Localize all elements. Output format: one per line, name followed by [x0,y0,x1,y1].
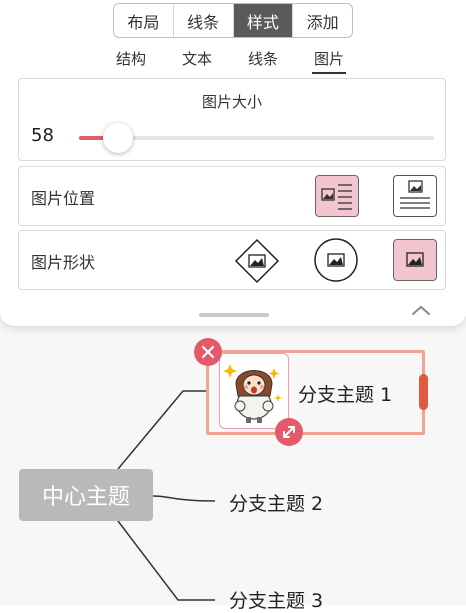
top-tab-bar: 布局 线条 样式 添加 [113,3,353,38]
central-topic-label: 中心主题 [41,485,130,510]
shape-circle-option[interactable] [313,237,359,283]
tab-layout[interactable]: 布局 [114,4,174,37]
subtab-text[interactable]: 文本 [176,44,218,74]
image-above-text-icon [400,180,430,209]
subtab-structure[interactable]: 结构 [110,44,152,74]
image-size-value: 58 [31,125,54,146]
image-position-card: 图片位置 [18,166,446,226]
connector-branch-3 [117,520,215,601]
panel-grabber[interactable] [199,313,269,317]
image-shape-label: 图片形状 [31,253,96,272]
image-size-title: 图片大小 [201,93,262,111]
image-left-of-text-icon [321,184,352,210]
style-sub-tabs: 结构 文本 线条 图片 [110,44,350,74]
tab-style[interactable]: 样式 [233,4,294,37]
circle-shape-icon [314,238,358,282]
topic-image[interactable] [219,353,289,429]
chevron-up-icon[interactable] [411,303,431,317]
resize-image-button[interactable] [275,418,303,446]
shape-diamond-option[interactable] [233,237,281,285]
tab-add[interactable]: 添加 [293,4,352,37]
remove-image-button[interactable] [194,338,222,366]
image-size-slider-thumb[interactable] [103,123,134,153]
branch-drag-handle[interactable] [419,374,428,410]
central-topic[interactable]: 中心主题 [19,469,153,521]
resize-icon [283,426,295,438]
subtab-image[interactable]: 图片 [308,44,350,74]
diamond-shape-icon [234,238,280,284]
style-panel: 布局 线条 样式 添加 结构 文本 线条 图片 图片大小 58 图片位置 图片形… [0,0,466,326]
connector-branch-1 [117,390,206,470]
branch-topic-3-label[interactable]: 分支主题 3 [229,586,323,613]
shape-square-option[interactable] [393,239,437,281]
image-position-top-option[interactable] [393,175,437,217]
cartoon-sheep-girl-image [223,364,282,423]
image-position-label: 图片位置 [31,189,96,208]
branch-topic-1-label[interactable]: 分支主题 1 [298,380,392,407]
branch-topic-2-label[interactable]: 分支主题 2 [229,489,323,516]
close-icon [201,345,215,359]
image-size-card: 图片大小 58 [18,78,446,161]
subtab-lines[interactable]: 线条 [242,44,284,74]
square-shape-icon [406,252,424,267]
image-shape-card: 图片形状 [18,230,446,290]
image-position-left-option[interactable] [315,175,359,217]
tab-lines[interactable]: 线条 [174,4,234,37]
connector-branch-2 [152,495,216,502]
